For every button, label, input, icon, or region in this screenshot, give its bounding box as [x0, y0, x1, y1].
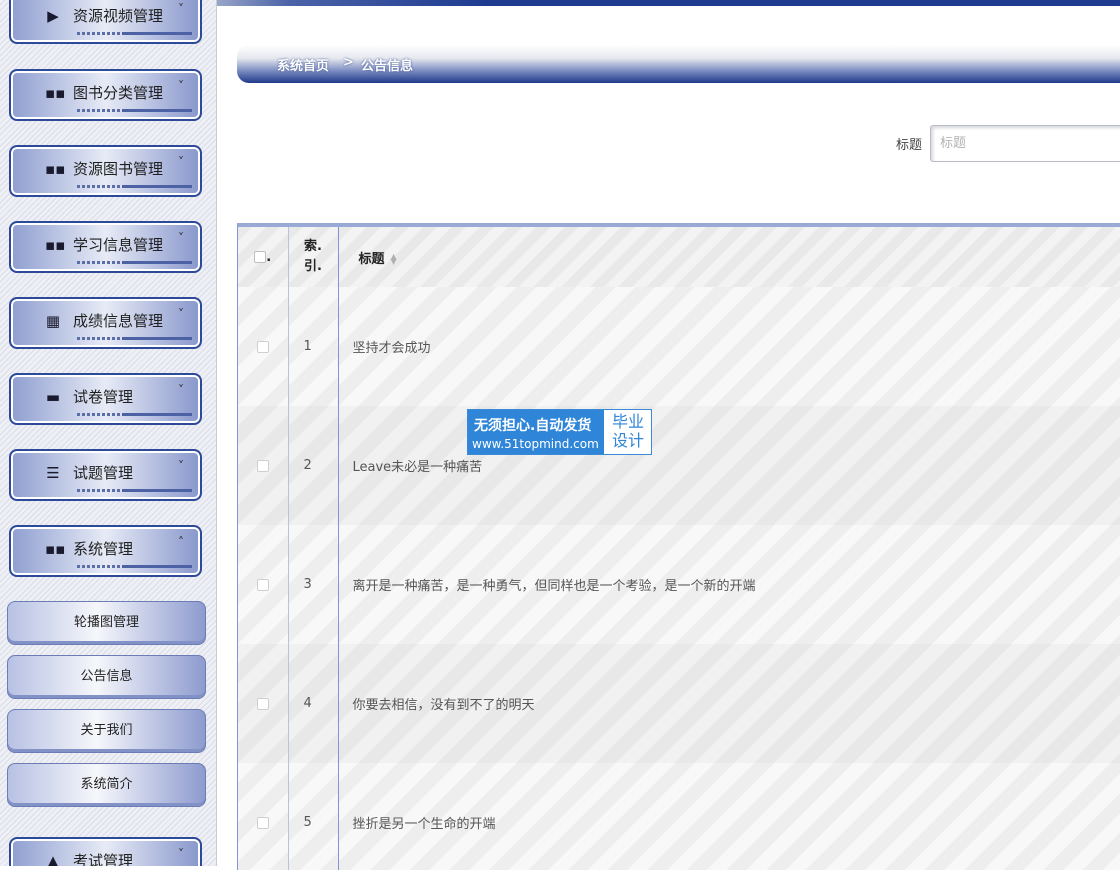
row-checkbox[interactable]: [256, 459, 269, 472]
watermark-badge: 无须担心.自动发货 www.51topmind.com 毕业 设计: [467, 409, 652, 455]
notice-table: . 索. 引. 标题 ▲ ▼ 1 坚持才会成功 2 Leave未必是一种痛苦 3…: [237, 223, 1120, 870]
submenu-about[interactable]: 关于我们: [7, 709, 206, 753]
menu-label: 资源图书管理: [73, 160, 164, 178]
menu-decoration: [77, 185, 192, 188]
menu-decoration: [77, 32, 192, 35]
sliders-icon: ☰: [46, 464, 60, 482]
row-title: 你要去相信，没有到不了的明天: [338, 644, 1120, 763]
exam-icon: ▲: [47, 852, 59, 866]
chevron-down-icon: ˅: [178, 307, 184, 321]
menu-decoration: [77, 489, 192, 492]
menu-paper[interactable]: ▬ 试卷管理 ˅: [9, 373, 202, 425]
table-row[interactable]: 1 坚持才会成功: [238, 287, 1120, 406]
watermark-url: www.51topmind.com: [472, 437, 599, 451]
header-index-label: 索. 引.: [304, 239, 322, 274]
table-row[interactable]: 4 你要去相信，没有到不了的明天: [238, 644, 1120, 763]
grid-icon: ▪▪: [45, 540, 66, 558]
row-checkbox[interactable]: [256, 697, 269, 710]
row-title: Leave未必是一种痛苦: [338, 406, 1120, 525]
menu-decoration: [77, 337, 192, 340]
search-input[interactable]: [930, 125, 1120, 162]
row-checkbox[interactable]: [256, 340, 269, 353]
menu-study-info[interactable]: ▪▪ 学习信息管理 ˅: [9, 221, 202, 273]
sidebar: ▶ 资源视频管理 ˅ ▪▪ 图书分类管理 ˅ ▪▪ 资源图书管理 ˅ ▪▪ 学习…: [0, 0, 217, 866]
menu-decoration: [77, 109, 192, 112]
row-checkbox[interactable]: [256, 816, 269, 829]
menu-question[interactable]: ☰ 试题管理 ˅: [9, 449, 202, 501]
header-title[interactable]: 标题 ▲ ▼: [338, 227, 1120, 287]
chevron-down-icon: ˅: [178, 459, 184, 473]
menu-label: 学习信息管理: [73, 236, 164, 254]
breadcrumb-home[interactable]: 系统首页: [277, 55, 329, 74]
table-header-row: . 索. 引. 标题 ▲ ▼: [238, 227, 1120, 287]
grid-icon: ▪▪: [45, 236, 66, 254]
row-title: 离开是一种痛苦，是一种勇气，但同样也是一个考验，是一个新的开端: [338, 525, 1120, 644]
table-row[interactable]: 2 Leave未必是一种痛苦: [238, 406, 1120, 525]
submenu-intro[interactable]: 系统简介: [7, 763, 206, 807]
row-index: 5: [288, 763, 339, 870]
row-index: 4: [288, 644, 339, 763]
select-all-checkbox[interactable]: [254, 251, 267, 263]
submenu-notice[interactable]: 公告信息: [7, 655, 206, 699]
chevron-down-icon: ˅: [178, 383, 184, 397]
chevron-down-icon: ˅: [178, 79, 184, 93]
table-row[interactable]: 5 挫折是另一个生命的开端: [238, 763, 1120, 870]
chevron-down-icon: ˅: [178, 2, 184, 16]
breadcrumb-separator: >: [343, 55, 354, 70]
row-checkbox[interactable]: [256, 578, 269, 591]
menu-label: 试卷管理: [73, 388, 134, 406]
submenu-carousel[interactable]: 轮播图管理: [7, 601, 206, 645]
header-title-label: 标题: [358, 251, 385, 267]
monitor-icon: ▬: [45, 388, 61, 406]
menu-label: 图书分类管理: [73, 84, 164, 102]
chevron-down-icon: ˅: [178, 231, 184, 245]
menu-decoration: [77, 261, 192, 264]
grid-icon: ▪▪: [45, 84, 66, 102]
grid-icon: ▪▪: [45, 160, 66, 178]
row-index: 1: [288, 287, 339, 406]
menu-system[interactable]: ▪▪ 系统管理 ˄: [9, 525, 202, 577]
header-check-mark: .: [266, 249, 272, 265]
menu-label: 考试管理: [73, 852, 134, 866]
breadcrumb: 系统首页 > 公告信息: [237, 45, 1120, 83]
menu-resource-video[interactable]: ▶ 资源视频管理 ˅: [9, 0, 202, 44]
watermark-left: 无须担心.自动发货 www.51topmind.com: [468, 410, 604, 454]
table-row[interactable]: 3 离开是一种痛苦，是一种勇气，但同样也是一个考验，是一个新的开端: [238, 525, 1120, 644]
search-label: 标题: [896, 138, 923, 153]
header-index: 索. 引.: [288, 227, 339, 287]
chevron-down-icon: ˅: [178, 847, 184, 861]
menu-exam[interactable]: ▲ 考试管理 ˅: [9, 837, 202, 866]
menu-label: 资源视频管理: [73, 7, 164, 25]
menu-decoration: [77, 413, 192, 416]
row-title: 坚持才会成功: [338, 287, 1120, 406]
menu-label: 试题管理: [73, 464, 134, 482]
menu-label: 系统管理: [73, 540, 134, 558]
breadcrumb-current: 公告信息: [361, 59, 414, 74]
watermark-line1: 无须担心.自动发货: [474, 418, 592, 434]
row-index: 3: [288, 525, 339, 644]
sort-icon[interactable]: ▲ ▼: [391, 253, 397, 266]
chevron-down-icon: ˅: [178, 155, 184, 169]
grid9-icon: ▦: [45, 312, 61, 330]
video-icon: ▶: [47, 7, 59, 25]
menu-label: 成绩信息管理: [73, 312, 164, 330]
watermark-right: 毕业 设计: [611, 412, 644, 450]
header-select-all[interactable]: .: [238, 227, 289, 287]
chevron-up-icon: ˄: [178, 535, 184, 549]
menu-decoration: [77, 565, 192, 568]
top-accent-bar: [216, 0, 1120, 6]
menu-resource-book[interactable]: ▪▪ 资源图书管理 ˅: [9, 145, 202, 197]
row-index: 2: [288, 406, 339, 525]
row-title: 挫折是另一个生命的开端: [338, 763, 1120, 870]
menu-book-category[interactable]: ▪▪ 图书分类管理 ˅: [9, 69, 202, 121]
menu-score-info[interactable]: ▦ 成绩信息管理 ˅: [9, 297, 202, 349]
